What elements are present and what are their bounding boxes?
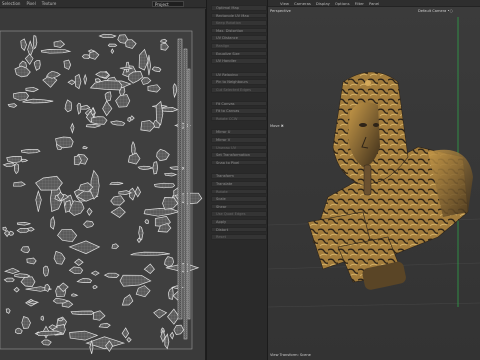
viewport-menu-panel[interactable]: Panel xyxy=(369,1,379,6)
tool-button-pin-to-neighbours[interactable]: Pin to Neighbours xyxy=(211,79,267,85)
uv-island xyxy=(26,257,37,265)
viewport-menu-filter[interactable]: Filter xyxy=(355,1,364,6)
tool-button-distort[interactable]: Distort xyxy=(211,226,267,233)
uv-island xyxy=(70,310,95,316)
sphinx-model[interactable] xyxy=(307,71,473,291)
tool-button-optimal-map[interactable]: Optimal Map xyxy=(211,5,267,11)
tool-button-rectangle-uv-map[interactable]: Rectangle UV Map xyxy=(211,12,267,19)
uv-canvas[interactable] xyxy=(0,9,206,360)
camera-label[interactable]: Default Camera •○ xyxy=(418,9,453,13)
tool-button-rotate[interactable]: Rotate xyxy=(211,188,267,195)
uv-island xyxy=(16,227,30,234)
uv-menu-texture[interactable]: Texture xyxy=(42,1,57,6)
perspective-viewport[interactable]: Perspective Default Camera •○ Move ✖ Vie… xyxy=(268,7,480,360)
tool-button-max-distortion[interactable]: Max. Distortion xyxy=(211,27,267,34)
tool-button-uv-distance[interactable]: UV Distance xyxy=(211,35,267,41)
uv-island xyxy=(40,315,45,322)
uv-island xyxy=(13,92,30,101)
tool-button-equalize-size[interactable]: Equalize Size xyxy=(211,50,267,57)
uv-island xyxy=(43,265,50,277)
tool-button-mirror-u[interactable]: Mirror U xyxy=(211,129,267,135)
viewport-menubar: View Cameras Display Options Filter Pane… xyxy=(268,0,480,7)
viewport-menu-options[interactable]: Options xyxy=(335,1,350,6)
tool-button-transform[interactable]: Transform xyxy=(211,173,267,179)
tool-button-shear[interactable]: Shear xyxy=(211,203,267,210)
uv-menu-pixel[interactable]: Pixel xyxy=(26,1,35,6)
tool-button-reset[interactable]: Reset xyxy=(211,234,267,240)
uv-island xyxy=(169,166,186,171)
uv-island xyxy=(152,161,159,175)
tool-button-unwrap-uv[interactable]: Unwrap UV xyxy=(211,144,267,151)
viewport-menu-display[interactable]: Display xyxy=(316,1,330,6)
uv-island xyxy=(81,54,91,59)
uv-tools-panel: Optimal Map Rectangle UV Map Keep Rotation… xyxy=(206,0,268,360)
viewport-mode-label[interactable]: Perspective xyxy=(270,9,291,13)
move-label: Move ✖ xyxy=(270,124,284,128)
tool-button-fit-to-canvas[interactable]: Fit to Canvas xyxy=(211,108,267,114)
uv-island xyxy=(104,91,112,102)
tool-button-keep-rotation[interactable]: Keep Rotation xyxy=(211,20,267,26)
projection-select[interactable]: Project xyxy=(152,1,184,7)
uv-menu-selection[interactable]: Selection xyxy=(2,1,20,6)
uv-islands xyxy=(0,9,206,360)
viewport-menu-view[interactable]: View xyxy=(280,1,289,6)
uv-island xyxy=(147,84,161,93)
uv-island xyxy=(153,182,176,189)
uv-island xyxy=(20,148,41,154)
uv-island xyxy=(3,277,15,283)
tool-button-scale[interactable]: Scale xyxy=(211,196,267,202)
uv-island xyxy=(6,155,22,164)
tool-button-apply[interactable]: Apply xyxy=(211,219,267,225)
tool-button-mirror-v[interactable]: Mirror V xyxy=(211,137,267,143)
uv-island xyxy=(2,226,7,232)
viewport-menu-cameras[interactable]: Cameras xyxy=(294,1,311,6)
tool-button-rotate-ccw[interactable]: Rotate CCW xyxy=(211,115,267,122)
uv-island xyxy=(107,43,118,48)
uv-island xyxy=(160,38,168,44)
tool-button-translate[interactable]: Translate xyxy=(211,181,267,187)
uv-island xyxy=(98,322,111,328)
uv-island xyxy=(91,116,108,125)
tool-button-uv-relaxing[interactable]: UV Relaxing xyxy=(211,71,267,78)
viewport-scene xyxy=(268,17,480,308)
tool-button-uv-handler[interactable]: UV Handler xyxy=(211,58,267,64)
tool-button-fit-canvas[interactable]: Fit Canvas xyxy=(211,100,267,107)
tool-button-set-transformation[interactable]: Set Transformation xyxy=(211,152,267,158)
tool-button-snap-to-pixel[interactable]: Snap to Pixel xyxy=(211,159,267,166)
tool-button-use-quad-edges[interactable]: Use Quad Edges xyxy=(211,211,267,217)
view-transform-label: View Transform: Scene xyxy=(270,353,311,357)
uv-editor-panel: Selection Pixel Texture Project xyxy=(0,0,206,360)
tool-button-realign[interactable]: Realign xyxy=(211,43,267,49)
tool-button-cut-selected-edges[interactable]: Cut Selected Edges xyxy=(211,87,267,93)
